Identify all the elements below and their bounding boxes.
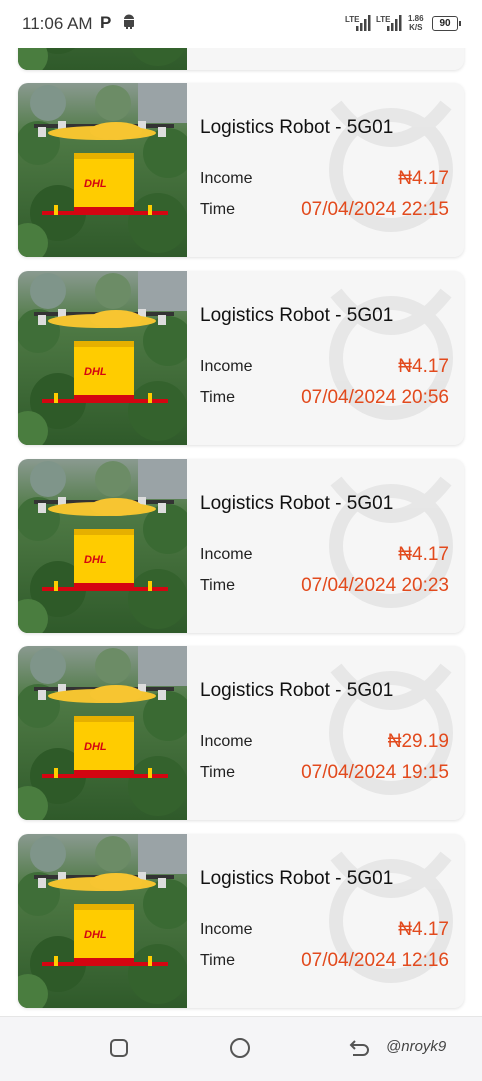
status-bar: 11:06 AM P LTE LTE 1.86 K/S 90 bbox=[0, 0, 482, 48]
home-button[interactable] bbox=[230, 1038, 250, 1058]
record-card[interactable]: Logistics Robot - 5G01 Income ₦4.17 Time… bbox=[18, 83, 464, 257]
record-title: Logistics Robot - 5G01 bbox=[200, 493, 394, 514]
clock: 11:06 AM bbox=[22, 14, 93, 33]
income-label: Income bbox=[200, 733, 253, 750]
signal-icon-1 bbox=[356, 15, 371, 31]
income-label: Income bbox=[200, 170, 253, 187]
time-value: 07/04/2024 19:15 bbox=[301, 762, 449, 783]
signal-icon-2 bbox=[387, 15, 402, 31]
net-speed-unit: K/S bbox=[409, 23, 423, 32]
time-label: Time bbox=[200, 764, 235, 781]
robot-thumbnail bbox=[18, 459, 187, 633]
income-value: ₦4.17 bbox=[398, 544, 449, 565]
system-nav-bar: @nroyk9 bbox=[0, 1016, 482, 1081]
income-value: ₦29.19 bbox=[387, 731, 449, 752]
record-title: Logistics Robot - 5G01 bbox=[200, 868, 394, 889]
battery-icon: 90 bbox=[432, 16, 461, 31]
back-button[interactable] bbox=[348, 1037, 372, 1059]
time-value: 07/04/2024 22:15 bbox=[301, 199, 449, 220]
income-label: Income bbox=[200, 921, 253, 938]
record-card[interactable]: Logistics Robot - 5G01 Income ₦4.17 Time… bbox=[18, 834, 464, 1008]
income-value: ₦4.17 bbox=[398, 919, 449, 940]
time-label: Time bbox=[200, 577, 235, 594]
android-icon bbox=[124, 14, 134, 29]
time-value: 07/04/2024 20:56 bbox=[301, 387, 449, 408]
net-speed: 1.86 K/S bbox=[408, 14, 424, 32]
watermark-credit: @nroyk9 bbox=[386, 1038, 447, 1055]
record-card[interactable]: Logistics Robot - 5G01 Income ₦29.19 Tim… bbox=[18, 646, 464, 820]
income-value: ₦4.17 bbox=[398, 168, 449, 189]
record-title: Logistics Robot - 5G01 bbox=[200, 680, 394, 701]
battery-level: 90 bbox=[439, 18, 451, 29]
robot-thumbnail bbox=[18, 83, 187, 257]
robot-thumbnail bbox=[18, 834, 187, 1008]
record-card[interactable]: Logistics Robot - 5G01 Income ₦4.17 Time… bbox=[18, 271, 464, 445]
net-speed-value: 1.86 bbox=[408, 14, 424, 23]
income-label: Income bbox=[200, 358, 253, 375]
time-label: Time bbox=[200, 389, 235, 406]
record-card[interactable]: Logistics Robot - 5G01 Income ₦4.17 Time… bbox=[18, 459, 464, 633]
app-notification-icon: P bbox=[100, 13, 112, 32]
robot-thumbnail bbox=[18, 271, 187, 445]
income-value: ₦4.17 bbox=[398, 356, 449, 377]
time-label: Time bbox=[200, 201, 235, 218]
income-label: Income bbox=[200, 546, 253, 563]
record-title: Logistics Robot - 5G01 bbox=[200, 305, 394, 326]
record-title: Logistics Robot - 5G01 bbox=[200, 117, 394, 138]
time-value: 07/04/2024 12:16 bbox=[301, 950, 449, 971]
recents-button[interactable] bbox=[110, 1039, 128, 1057]
robot-thumbnail bbox=[18, 646, 187, 820]
time-label: Time bbox=[200, 952, 235, 969]
time-value: 07/04/2024 20:23 bbox=[301, 575, 449, 596]
